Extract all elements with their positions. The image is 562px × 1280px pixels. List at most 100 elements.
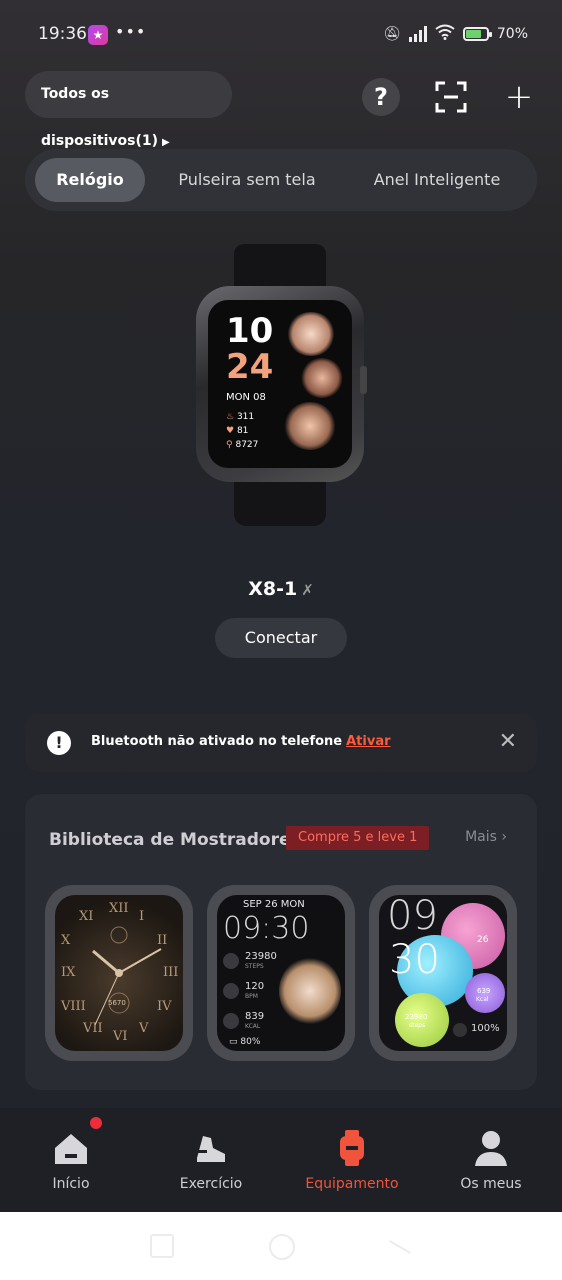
watch-heart: ♥ 81 [226, 426, 248, 436]
watch-face-thumb[interactable]: XII III VI IX I II IV V VII VIII X XI 56… [45, 885, 193, 1061]
home-button[interactable] [269, 1234, 295, 1260]
heart-icon [223, 983, 239, 999]
home-icon [21, 1128, 121, 1168]
face-battery: ▭ 80% [229, 1037, 260, 1047]
watch-hour: 10 [226, 311, 274, 351]
person-icon [441, 1128, 541, 1168]
complication-value: 5670 [108, 999, 126, 1007]
face-kcal-unit: Kcal [476, 996, 489, 1003]
connect-button[interactable]: Conectar [215, 618, 347, 658]
bluetooth-off-icon: ✗ [301, 581, 314, 599]
battery-percent: 70% [496, 26, 528, 42]
add-device-icon[interactable]: + [500, 78, 538, 116]
calories-value: 311 [236, 412, 255, 422]
status-time: 19:36 [38, 24, 87, 44]
bluetooth-banner: ! Bluetooth não ativado no telefone Ativa… [25, 714, 537, 772]
face-steps: 23980 [245, 951, 277, 962]
face-steps: 23980 [405, 1013, 428, 1021]
flame-icon: ♨ [226, 412, 235, 422]
nav-equipamento[interactable]: Equipamento [302, 1128, 402, 1192]
bottom-nav: Início Exercício Equipamento Os meus [0, 1108, 562, 1212]
watch-steps: ⚲ 8727 [226, 440, 258, 450]
tab-relogio[interactable]: Relógio [35, 158, 145, 202]
face-kcal-unit: KCAL [245, 1023, 261, 1030]
face-steps-unit: steps [409, 1022, 426, 1029]
back-button[interactable] [389, 1240, 411, 1254]
nav-label: Equipamento [305, 1176, 399, 1192]
caret-right-icon: ▶ [162, 137, 170, 148]
promo-badge[interactable]: Compre 5 e leve 1 [286, 826, 430, 850]
more-notifications-icon: ••• [115, 22, 147, 41]
device-selector[interactable]: Todos os dispositivos(1) ▶ [25, 71, 232, 149]
face-kcal: 839 [245, 1011, 265, 1022]
battery-icon: ▭ [229, 1037, 238, 1047]
watch-face-preview: XII III VI IX I II IV V VII VIII X XI 56… [55, 895, 183, 1051]
banner-message: Bluetooth não ativado no telefone Ativar [91, 734, 391, 749]
activate-link[interactable]: Ativar [346, 734, 390, 749]
watch-date: MON 08 [226, 392, 266, 403]
flower-graphic [300, 358, 344, 398]
running-shoe-icon [161, 1128, 261, 1168]
battery-ring-icon [453, 1023, 467, 1037]
face-battery: 100% [471, 1023, 500, 1034]
status-bar: 19:36 ★ ••• 🔕︎ 70% [0, 22, 562, 50]
nav-exercicio[interactable]: Exercício [161, 1128, 261, 1192]
app-screen: 19:36 ★ ••• 🔕︎ 70% Todos os dispositivos… [0, 0, 562, 1212]
mute-vibrate-icon: 🔕︎ [383, 26, 401, 42]
tab-pulseira-sem-tela[interactable]: Pulseira sem tela [157, 158, 337, 202]
signal-icon [408, 26, 427, 42]
face-bpm: 120 [245, 981, 265, 992]
face-battery-value: 80% [240, 1037, 261, 1047]
wifi-icon [435, 24, 455, 44]
face-time: 09:30 [223, 911, 310, 946]
watch-image: 10 24 MON 08 ♨ 311 ♥ 81 ⚲ 8727 [190, 244, 370, 526]
watch-face-preview: 26 09 30 639 Kcal 23980 steps 100% [379, 895, 507, 1051]
flame-icon [223, 1013, 239, 1029]
face-steps-unit: STEPS [245, 963, 264, 970]
face-minute: 30 [389, 937, 440, 983]
more-link[interactable]: Mais › [465, 829, 507, 845]
device-name-label: X8-1 [248, 578, 298, 600]
watch-face-library: Biblioteca de Mostradores Compre 5 e lev… [25, 794, 537, 1090]
flower-graphic [279, 957, 341, 1025]
battery-icon [462, 27, 492, 41]
steps-value: 8727 [235, 440, 259, 450]
chevron-right-icon: › [501, 829, 507, 845]
scan-icon[interactable] [432, 78, 470, 116]
face-bpm-unit: BPM [245, 993, 258, 1000]
nav-label: Os meus [460, 1176, 522, 1192]
more-label: Mais [465, 829, 497, 845]
heart-icon: ♥ [226, 426, 235, 436]
nav-os-meus[interactable]: Os meus [441, 1128, 541, 1192]
help-icon[interactable]: ? [362, 78, 400, 116]
app-notification-icon: ★ [88, 25, 108, 45]
system-nav-bar [0, 1212, 562, 1280]
nav-label: Início [52, 1176, 90, 1192]
steps-icon [223, 953, 239, 969]
watch-face-preview: SEP 26 MON 09:30 23980 STEPS 120 BPM 839… [217, 895, 345, 1051]
face-kcal: 639 [477, 987, 491, 995]
face-hour: 09 [387, 895, 438, 939]
flower-graphic [286, 312, 336, 356]
tab-anel-inteligente[interactable]: Anel Inteligente [347, 158, 527, 202]
device-selector-label: Todos os dispositivos(1) [41, 86, 159, 149]
face-date: SEP 26 MON [243, 899, 305, 910]
nav-label: Exercício [179, 1176, 243, 1192]
device-name: X8-1 ✗ [0, 578, 562, 600]
watch-face-thumb[interactable]: SEP 26 MON 09:30 23980 STEPS 120 BPM 839… [207, 885, 355, 1061]
watch-crown [360, 366, 367, 394]
nav-inicio[interactable]: Início [21, 1128, 121, 1192]
watch-minute: 24 [226, 347, 274, 387]
close-icon[interactable]: ✕ [499, 729, 517, 754]
watch-icon [302, 1128, 402, 1168]
clock-hands [92, 926, 162, 1026]
library-title: Biblioteca de Mostradores [49, 830, 301, 850]
watch-face-thumb[interactable]: 26 09 30 639 Kcal 23980 steps 100% [369, 885, 517, 1061]
flower-graphic [284, 402, 336, 450]
status-right: 🔕︎ 70% [383, 24, 528, 44]
recents-button[interactable] [150, 1234, 174, 1258]
face-day: 26 [477, 935, 489, 945]
banner-text: Bluetooth não ativado no telefone [91, 734, 343, 749]
device-type-tabs: Relógio Pulseira sem tela Anel Inteligen… [25, 149, 537, 211]
watch-calories: ♨ 311 [226, 412, 254, 422]
